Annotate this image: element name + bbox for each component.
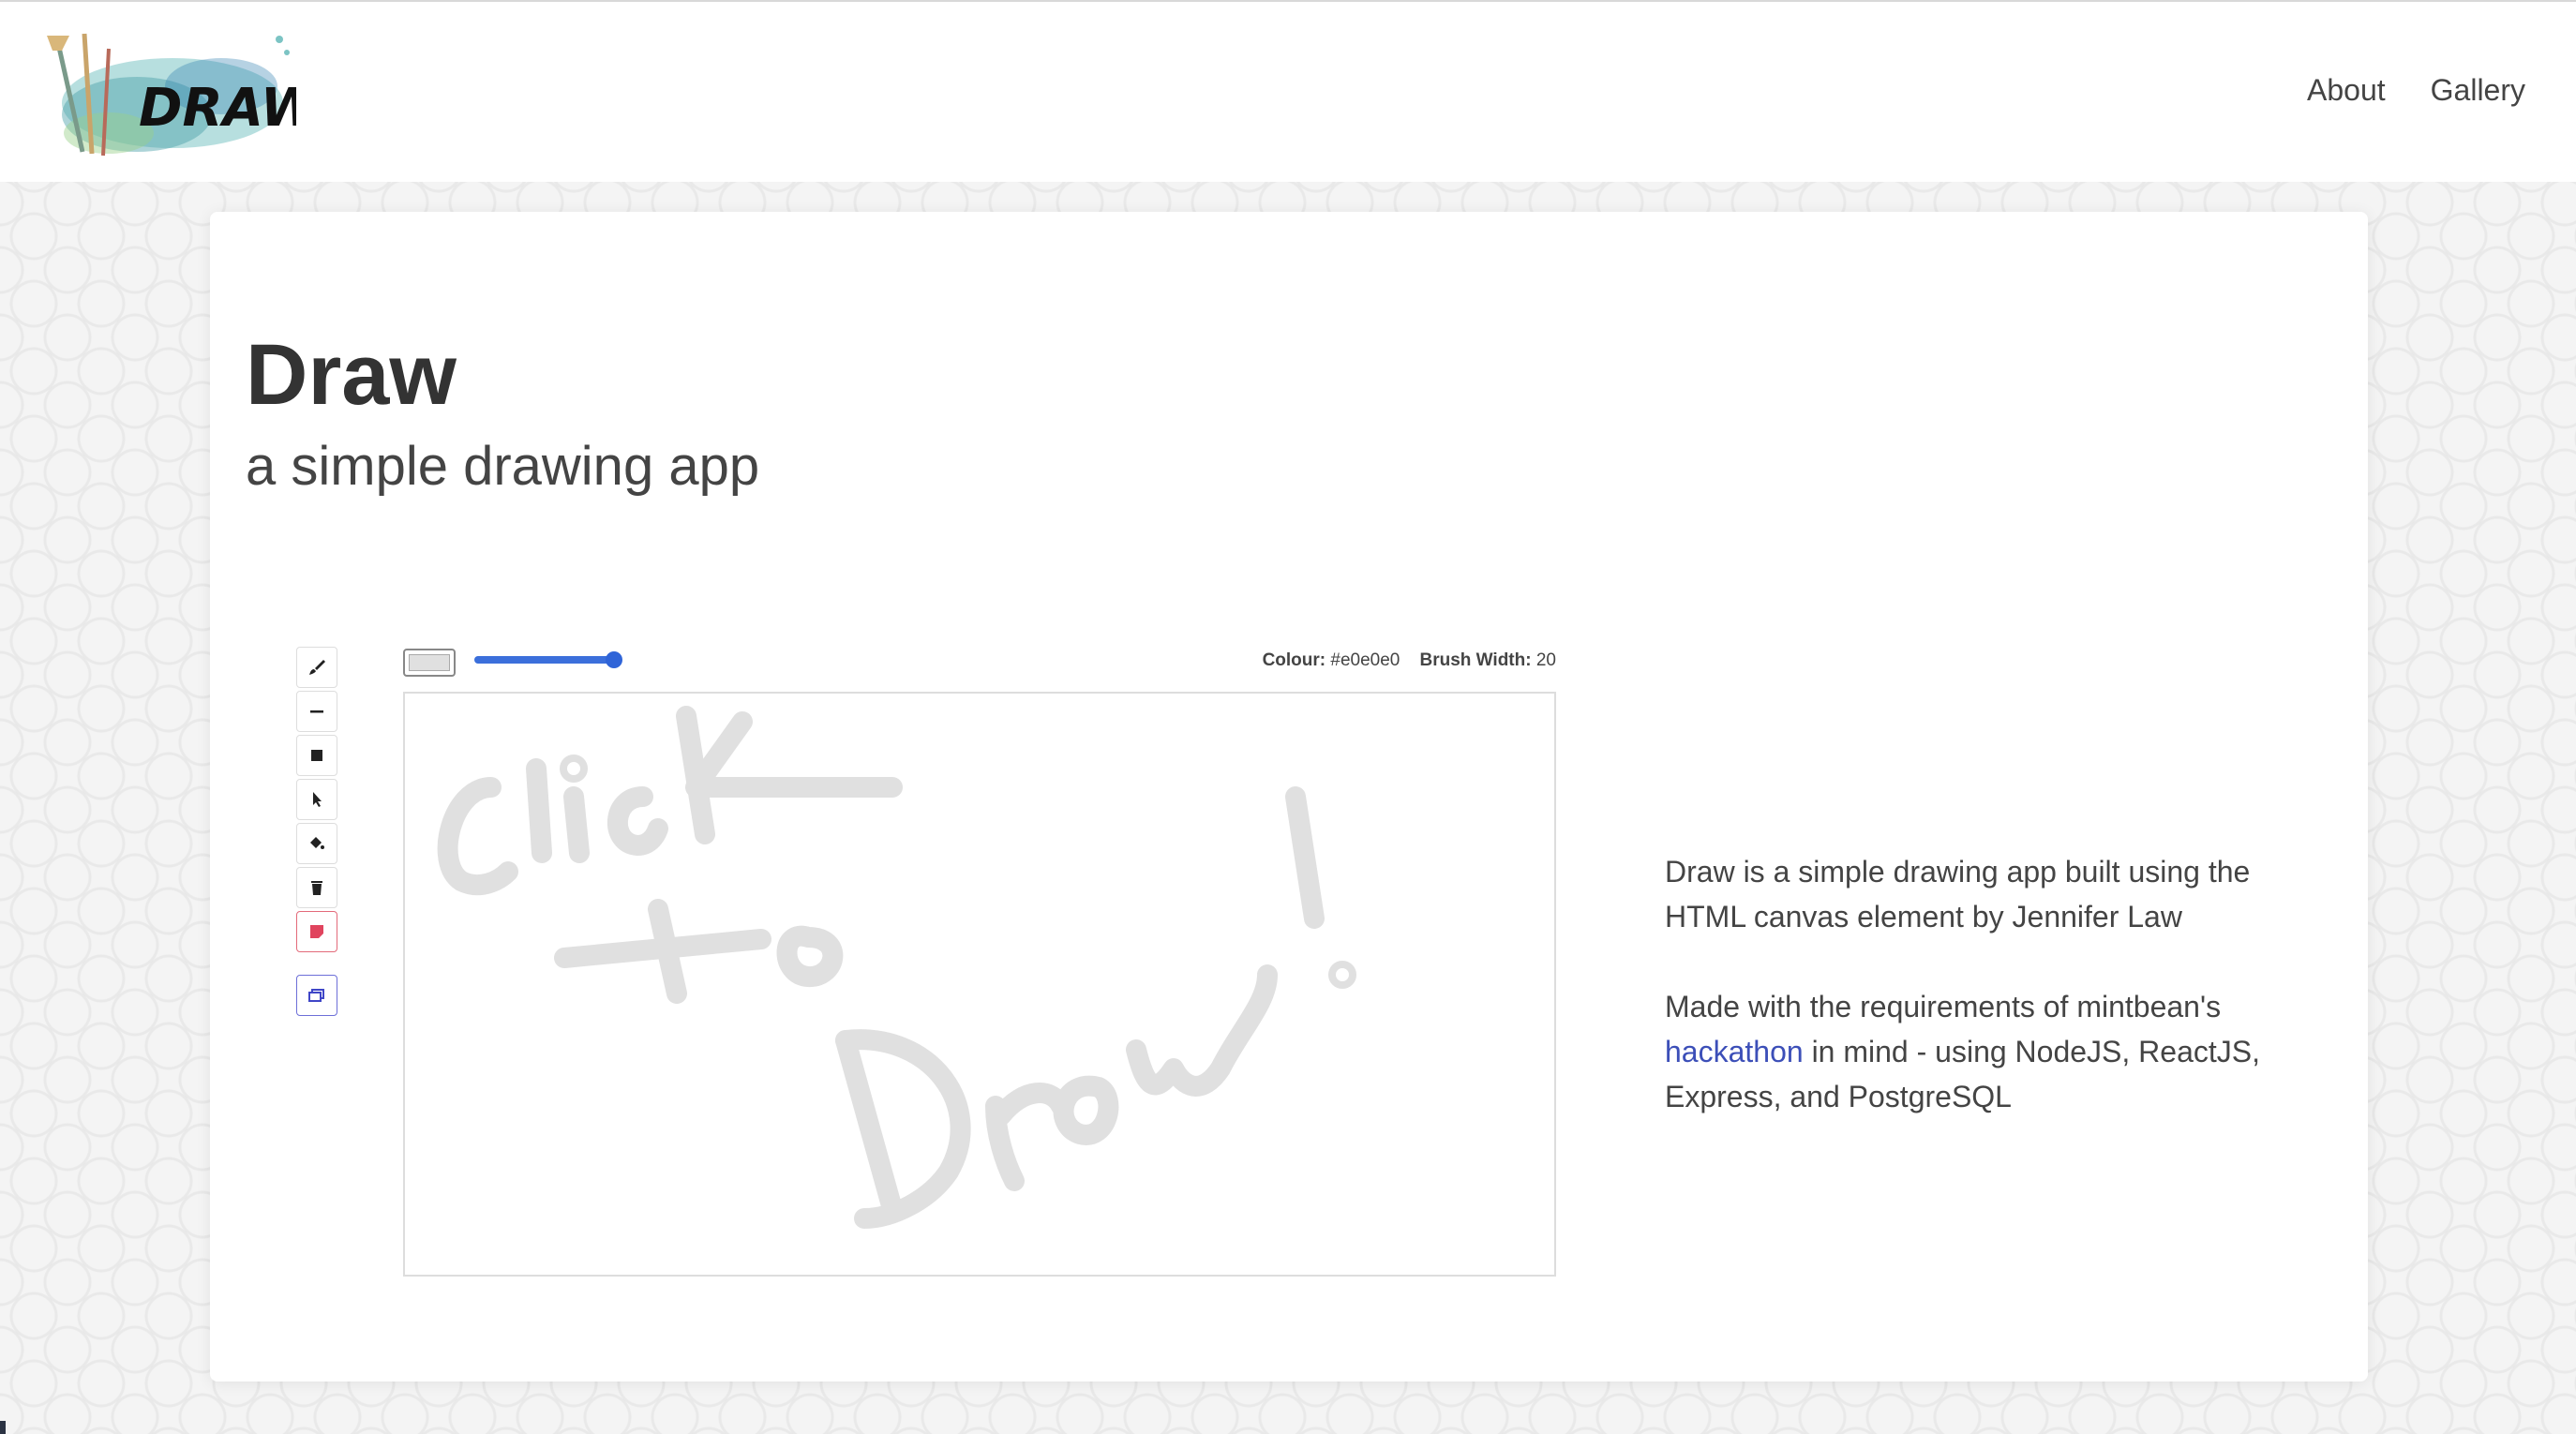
page-title: Draw — [246, 327, 457, 423]
fill-tool-button[interactable] — [296, 823, 337, 864]
gallery-icon — [308, 989, 324, 1002]
description-paragraph-2: Made with the requirements of mintbean's… — [1665, 984, 2312, 1119]
fill-bucket-icon — [310, 837, 324, 849]
description-paragraph-1: Draw is a simple drawing app built using… — [1665, 855, 2251, 934]
colour-label: Colour: — [1262, 650, 1326, 670]
colour-picker-button[interactable] — [403, 649, 456, 677]
corner-marker — [0, 1421, 6, 1434]
stroke-i — [563, 786, 590, 863]
brush-width-slider[interactable] — [474, 651, 622, 668]
brush-width-value: 20 — [1535, 650, 1556, 670]
stroke-c2 — [607, 786, 668, 856]
stroke-l — [526, 758, 552, 863]
hackathon-link[interactable]: hackathon — [1665, 1035, 1804, 1068]
stroke-d-stem — [835, 1030, 903, 1219]
stroke-w — [1126, 964, 1278, 1097]
slider-thumb[interactable] — [606, 651, 622, 668]
line-icon — [310, 710, 323, 713]
tool-status: Colour: #e0e0e0 Brush Width: 20 — [866, 650, 1556, 671]
line-tool-button[interactable] — [296, 691, 337, 732]
brush-width-label: Brush Width: — [1419, 650, 1532, 670]
logo-text: DRAW — [139, 78, 296, 139]
stroke-excl-dot — [1328, 961, 1356, 989]
nav-about-link[interactable]: About — [2307, 73, 2386, 108]
stroke-excl — [1285, 786, 1325, 929]
main-nav: About Gallery — [2307, 73, 2525, 108]
nav-gallery-link[interactable]: Gallery — [2431, 73, 2525, 108]
select-tool-button[interactable] — [296, 779, 337, 820]
site-header: DRAW About Gallery — [0, 0, 2576, 182]
main-card: Draw a simple drawing app Colour: #e0e0e… — [210, 212, 2368, 1382]
draw-logo[interactable]: DRAW — [34, 30, 322, 161]
stroke-c — [437, 777, 518, 896]
description: Draw is a simple drawing app built using… — [1665, 849, 2312, 1164]
stroke-i-dot — [560, 754, 588, 783]
pointer-icon — [313, 792, 322, 807]
colour-value: #e0e0e0 — [1330, 650, 1400, 670]
brush-tool-button[interactable] — [296, 647, 337, 688]
tool-sidebar — [296, 647, 341, 1019]
colour-swatch — [409, 654, 450, 671]
stroke-a — [1053, 1075, 1119, 1145]
drawing-canvas[interactable] — [403, 692, 1556, 1277]
rectangle-icon — [311, 750, 322, 761]
stroke-t-stem — [648, 899, 687, 1004]
stroke-o — [776, 925, 844, 987]
trash-icon — [311, 881, 322, 895]
sticky-note-icon — [310, 925, 323, 938]
gallery-tool-button[interactable] — [296, 975, 337, 1016]
canvas-sketch — [437, 706, 1356, 1229]
description-text-before: Made with the requirements of mintbean's — [1665, 990, 2222, 1023]
brush-icon — [309, 660, 325, 675]
clear-tool-button[interactable] — [296, 867, 337, 908]
save-tool-button[interactable] — [296, 911, 337, 952]
page-subtitle: a simple drawing app — [246, 436, 760, 497]
stroke-r — [985, 1083, 1071, 1191]
rectangle-tool-button[interactable] — [296, 735, 337, 776]
